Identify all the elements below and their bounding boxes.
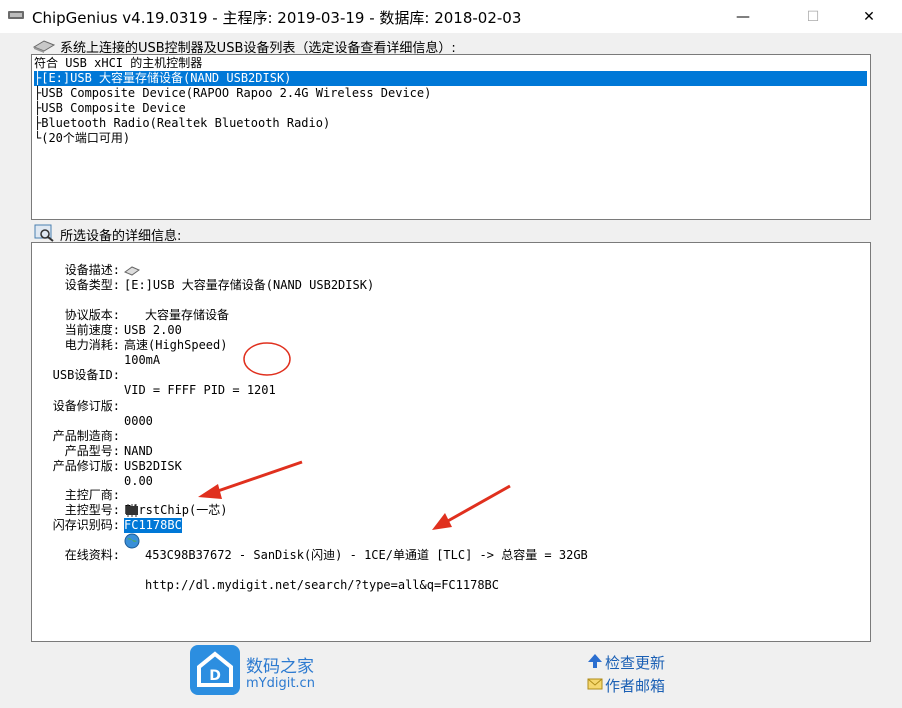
details-panel: 设备描述: [E:]USB 大容量存储设备(NAND USB2DISK) 设备类… — [31, 242, 871, 642]
globe-icon — [124, 533, 140, 549]
online-row: 在线资料: http://dl.mydigit.net/search/?type… — [32, 533, 862, 592]
online-url-link[interactable]: http://dl.mydigit.net/search/?type=all&q… — [145, 578, 499, 593]
usb-id-label: USB设备ID: — [52, 368, 120, 382]
window-title: ChipGenius v4.19.0319 - 主程序: 2019-03-19 … — [32, 9, 522, 27]
model-row: 产品型号: USB2DISK — [32, 429, 862, 473]
protocol-row: 协议版本: USB 2.00 — [32, 293, 862, 337]
revision-row: 设备修订版: 0000 — [32, 384, 862, 428]
maximize-button[interactable]: ☐ — [790, 0, 836, 33]
minimize-button[interactable]: — — [720, 0, 766, 33]
device-list-item[interactable]: 符合 USB xHCI 的主机控制器 — [34, 56, 202, 71]
device-list-item[interactable]: ├[E:]USB 大容量存储设备(NAND USB2DISK) — [34, 71, 867, 86]
usb-device-icon — [32, 40, 56, 53]
svg-text:D: D — [209, 668, 221, 684]
device-list-item[interactable]: └(20个端口可用) — [34, 131, 130, 146]
flash-id-label: 闪存识别码: — [52, 518, 120, 532]
device-type-row: 设备类型: 大容量存储设备 — [32, 263, 862, 322]
home-icon: D — [197, 651, 233, 687]
vendor-row: 产品制造商: NAND — [32, 414, 862, 458]
prod-rev-row: 产品修订版: 0.00 — [32, 444, 862, 488]
power-label: 电力消耗: — [64, 338, 120, 352]
prod-rev-label: 产品修订版: — [52, 459, 120, 473]
device-list[interactable]: 符合 USB xHCI 的主机控制器 ├[E:]USB 大容量存储设备(NAND … — [31, 54, 871, 220]
flash-id-value: 453C98B37672 - SanDisk(闪迪) - 1CE/单通道 [TL… — [145, 548, 588, 562]
title-bar: ChipGenius v4.19.0319 - 主程序: 2019-03-19 … — [0, 0, 902, 33]
speed-row: 当前速度: 高速(HighSpeed) — [32, 308, 862, 352]
ctrl-model-row: 主控型号: FC1178BC — [32, 488, 862, 533]
device-desc-row: 设备描述: [E:]USB 大容量存储设备(NAND USB2DISK) — [32, 248, 862, 292]
speed-value: 高速(HighSpeed) — [124, 338, 228, 352]
close-icon: ✕ — [863, 8, 875, 25]
brand-name-cn[interactable]: 数码之家 — [246, 652, 314, 677]
device-list-item[interactable]: ├USB Composite Device(RAPOO Rapoo 2.4G W… — [34, 86, 431, 101]
usb-id-row: USB设备ID: VID = FFFF PID = 1201 — [32, 353, 862, 397]
email-icon — [587, 678, 603, 690]
device-list-item[interactable]: ├USB Composite Device — [34, 101, 186, 116]
device-list-item[interactable]: ├Bluetooth Radio(Realtek Bluetooth Radio… — [34, 116, 330, 131]
brand-name-en[interactable]: mYdigit.cn — [246, 676, 315, 691]
ctrl-model-value[interactable]: FC1178BC — [124, 518, 182, 533]
author-email-link[interactable]: 作者邮箱 — [605, 675, 665, 696]
minimize-icon: — — [736, 8, 750, 25]
device-desc-value: [E:]USB 大容量存储设备(NAND USB2DISK) — [124, 278, 375, 292]
update-icon — [588, 654, 602, 668]
ctrl-vendor-row: 主控厂商: FirstChip(一芯) — [32, 473, 862, 517]
drive-icon — [124, 266, 140, 276]
online-label: 在线资料: — [64, 548, 120, 562]
check-update-link[interactable]: 检查更新 — [605, 652, 665, 673]
power-row: 电力消耗: 100mA — [32, 323, 862, 367]
app-icon — [8, 11, 24, 19]
flash-id-row: 闪存识别码: 453C98B37672 - SanDisk(闪迪) - 1CE/… — [32, 503, 862, 562]
close-button[interactable]: ✕ — [846, 0, 892, 33]
magnifier-icon — [34, 224, 54, 242]
chip-icon — [126, 504, 138, 517]
device-type-label: 设备类型: — [64, 278, 120, 292]
model-value: USB2DISK — [124, 459, 182, 473]
mydigit-logo[interactable]: D — [190, 645, 240, 695]
maximize-icon: ☐ — [806, 8, 820, 25]
revision-label: 设备修订版: — [52, 399, 120, 413]
